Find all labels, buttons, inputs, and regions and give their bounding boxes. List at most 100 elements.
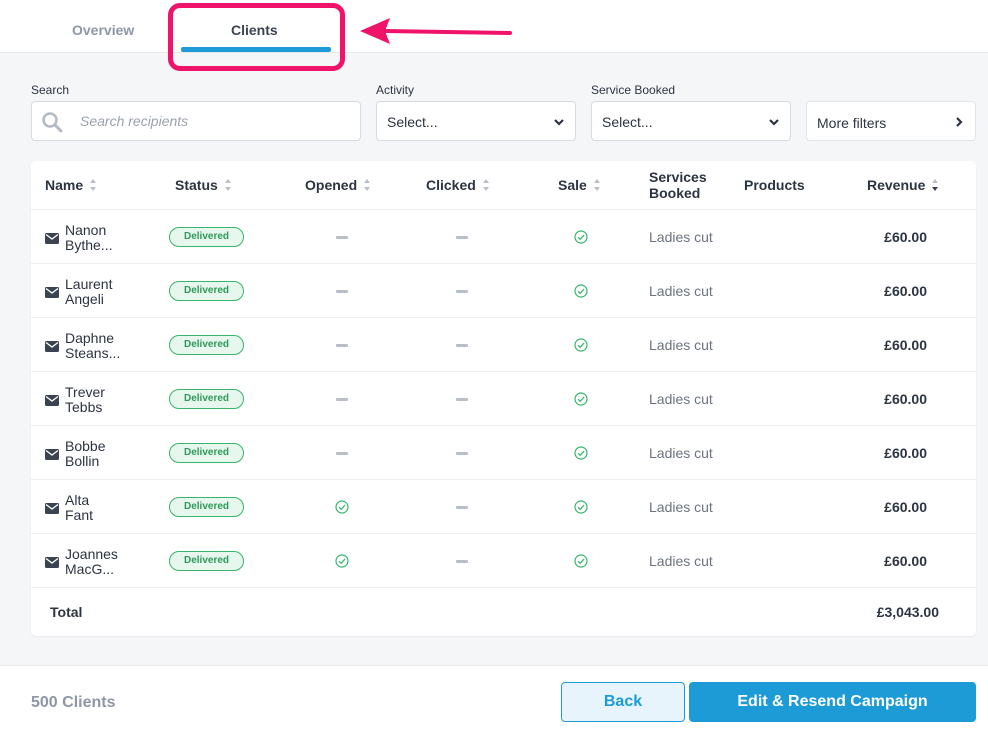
chevron-down-icon [554, 119, 564, 126]
dash-icon [336, 398, 348, 401]
client-name[interactable]: Bobbe Bollin [65, 439, 145, 469]
service-booked-label: Service Booked [591, 83, 676, 97]
sort-icon [593, 179, 600, 191]
dash-icon [456, 398, 468, 401]
column-header-sale[interactable]: Sale [558, 177, 601, 193]
service-booked: Ladies cut [649, 337, 713, 353]
service-booked: Ladies cut [649, 283, 713, 299]
revenue-value: £60.00 [884, 391, 927, 407]
column-header-revenue[interactable]: Revenue [867, 177, 939, 193]
table-row[interactable]: Trever Tebbs Delivered Ladies cut £60.00 [31, 372, 976, 426]
check-circle-icon [335, 500, 349, 514]
column-header-name[interactable]: Name [45, 177, 97, 193]
check-circle-icon [574, 230, 588, 244]
table-row[interactable]: Alta Fant Delivered Ladies cut £60.00 [31, 480, 976, 534]
client-name[interactable]: Nanon Bythe... [65, 223, 145, 253]
sort-icon [932, 179, 939, 191]
mail-icon [45, 231, 59, 244]
activity-select[interactable]: Select... [376, 101, 576, 141]
check-circle-icon [574, 338, 588, 352]
edit-resend-campaign-button[interactable]: Edit & Resend Campaign [689, 682, 976, 722]
total-label: Total [50, 604, 83, 620]
revenue-value: £60.00 [884, 553, 927, 569]
status-badge: Delivered [169, 389, 244, 409]
status-badge: Delivered [169, 281, 244, 301]
tab-overview[interactable]: Overview [72, 22, 134, 38]
mail-icon [45, 285, 59, 298]
activity-label: Activity [376, 83, 415, 97]
activity-select-value: Select... [387, 114, 438, 130]
status-badge: Delivered [169, 335, 244, 355]
mail-icon [45, 501, 59, 514]
table-row[interactable]: Bobbe Bollin Delivered Ladies cut £60.00 [31, 426, 976, 480]
client-count: 500 Clients [31, 694, 116, 711]
sort-icon [90, 179, 97, 191]
status-badge: Delivered [169, 551, 244, 571]
back-button[interactable]: Back [561, 682, 685, 722]
status-badge: Delivered [169, 227, 244, 247]
dash-icon [336, 344, 348, 347]
check-circle-icon [574, 446, 588, 460]
client-name[interactable]: Trever Tebbs [65, 385, 145, 415]
mail-icon [45, 339, 59, 352]
service-booked-select[interactable]: Select... [591, 101, 791, 141]
chevron-down-icon [769, 119, 779, 126]
table-row[interactable]: Nanon Bythe... Delivered Ladies cut £60.00 [31, 210, 976, 264]
sort-icon [482, 179, 489, 191]
client-name[interactable]: Daphne Steans... [65, 331, 145, 361]
service-booked: Ladies cut [649, 391, 713, 407]
dash-icon [456, 560, 468, 563]
revenue-value: £60.00 [884, 445, 927, 461]
column-header-opened[interactable]: Opened [305, 177, 371, 193]
column-header-clicked[interactable]: Clicked [426, 177, 490, 193]
annotation-highlight-box [168, 3, 345, 71]
mail-icon [45, 555, 59, 568]
client-name[interactable]: Alta Fant [65, 493, 145, 523]
table-row[interactable]: Joannes MacG... Delivered Ladies cut £60.00 [31, 534, 976, 588]
check-circle-icon [574, 284, 588, 298]
service-booked-select-value: Select... [602, 114, 653, 130]
total-revenue: £3,043.00 [876, 604, 939, 620]
sort-icon [224, 179, 231, 191]
search-label: Search [31, 83, 70, 97]
footer-bar: 500 Clients Back Edit & Resend Campaign [0, 665, 988, 733]
status-badge: Delivered [169, 443, 244, 463]
sort-icon [364, 179, 371, 191]
check-circle-icon [335, 554, 349, 568]
table-row[interactable]: Laurent Angeli Delivered Ladies cut £60.00 [31, 264, 976, 318]
search-box[interactable] [31, 101, 361, 141]
dash-icon [456, 506, 468, 509]
client-name[interactable]: Laurent Angeli [65, 277, 145, 307]
dash-icon [336, 452, 348, 455]
column-header-services-booked: Services Booked [649, 169, 707, 201]
check-circle-icon [574, 554, 588, 568]
service-booked: Ladies cut [649, 553, 713, 569]
service-booked: Ladies cut [649, 445, 713, 461]
search-icon [42, 112, 63, 133]
more-filters-label: More filters [817, 115, 887, 131]
dash-icon [456, 236, 468, 239]
revenue-value: £60.00 [884, 337, 927, 353]
check-circle-icon [574, 392, 588, 406]
dash-icon [456, 290, 468, 293]
service-booked: Ladies cut [649, 229, 713, 245]
dash-icon [456, 344, 468, 347]
column-header-products: Products [744, 177, 805, 193]
chevron-right-icon [956, 117, 963, 127]
dash-icon [336, 236, 348, 239]
more-filters-button[interactable]: More filters [806, 101, 976, 141]
dash-icon [456, 452, 468, 455]
mail-icon [45, 393, 59, 406]
dash-icon [336, 290, 348, 293]
client-name[interactable]: Joannes MacG... [65, 547, 145, 577]
service-booked: Ladies cut [649, 499, 713, 515]
revenue-value: £60.00 [884, 283, 927, 299]
check-circle-icon [574, 500, 588, 514]
revenue-value: £60.00 [884, 229, 927, 245]
column-header-status[interactable]: Status [175, 177, 232, 193]
annotation-arrow-icon [360, 18, 512, 44]
search-input[interactable] [80, 102, 350, 140]
clients-table: Name Status Opened Clicked Sale Services… [31, 161, 976, 636]
revenue-value: £60.00 [884, 499, 927, 515]
table-row[interactable]: Daphne Steans... Delivered Ladies cut £60.00 [31, 318, 976, 372]
